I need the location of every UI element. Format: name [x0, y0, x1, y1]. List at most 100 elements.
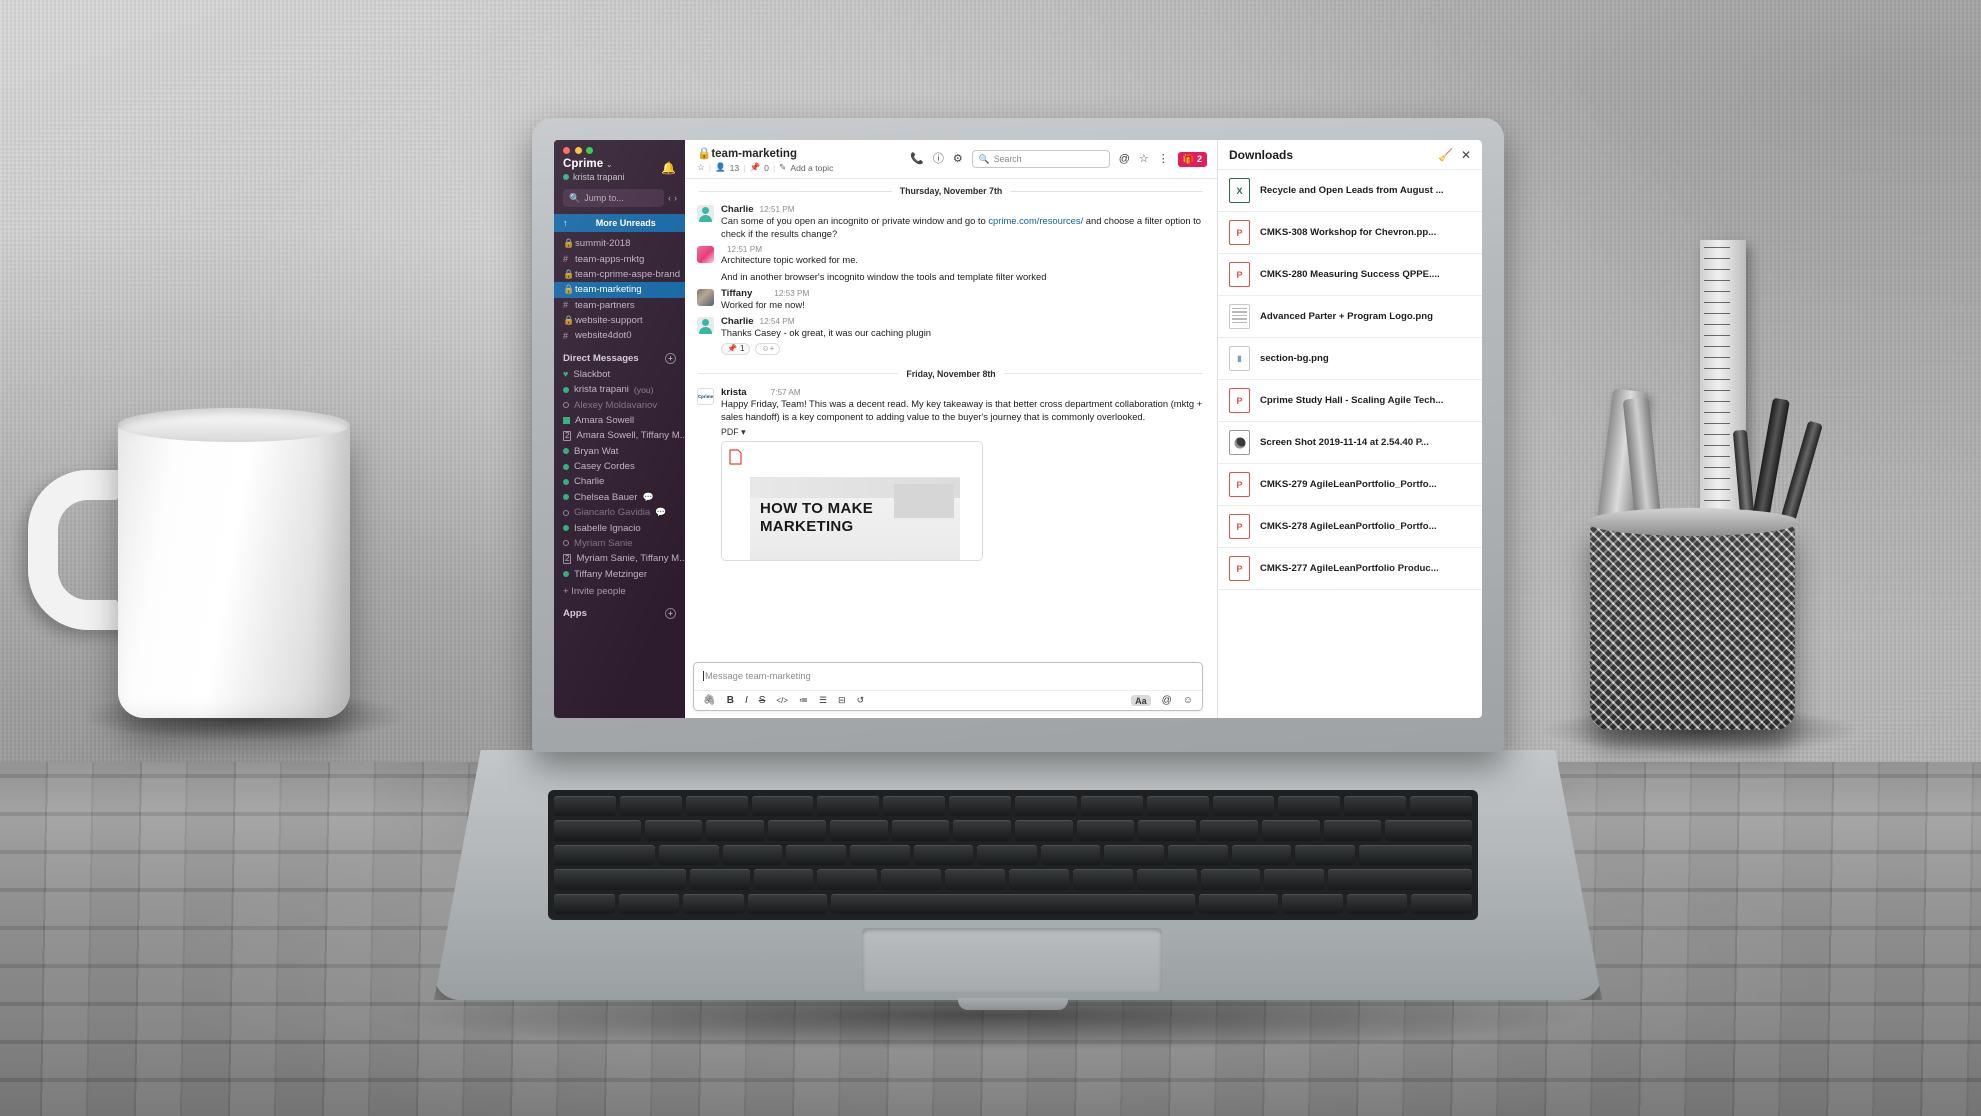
info-icon[interactable]: ⓘ: [933, 153, 944, 165]
sidebar-channel-team-marketing[interactable]: 🔒 team-marketing: [554, 282, 685, 298]
download-item[interactable]: P CMKS-277 AgileLeanPortfolio Produc...: [1218, 548, 1482, 590]
dm-isabelle-ignacio[interactable]: Isabelle Ignacio: [554, 520, 685, 535]
download-item[interactable]: P CMKS-308 Workshop for Chevron.pp...: [1218, 212, 1482, 254]
download-item[interactable]: P CMKS-278 AgileLeanPortfolio_Portfo...: [1218, 506, 1482, 548]
undo-icon[interactable]: ↺: [857, 695, 865, 706]
bulleted-list-icon[interactable]: ☰: [819, 695, 827, 706]
dm-charlie[interactable]: Charlie: [554, 474, 685, 489]
reaction-pin[interactable]: 📌 1: [721, 342, 751, 355]
dm-myriam-sanie[interactable]: Myriam Sanie: [554, 536, 685, 551]
italic-icon[interactable]: I: [745, 695, 748, 706]
direct-messages-header[interactable]: Direct Messages +: [554, 346, 685, 367]
dm-krista-trapani[interactable]: krista trapani (you): [554, 382, 685, 397]
download-item[interactable]: Advanced Parter + Program Logo.png: [1218, 296, 1482, 338]
jump-to-row[interactable]: 🔍 Jump to... ‹ ›: [554, 189, 685, 214]
sidebar-channel-website4dot0[interactable]: # website4dot0: [554, 328, 685, 343]
group-dm-icon: 2: [563, 553, 572, 564]
avatar[interactable]: [697, 205, 714, 222]
pdf-preview-card[interactable]: HOW TO MAKE MARKETING: [721, 440, 983, 561]
sidebar-channel-summit-2018[interactable]: 🔒 summit-2018: [554, 236, 685, 251]
add-app-button[interactable]: +: [665, 607, 676, 619]
channel-name: team-marketing: [711, 148, 797, 160]
maximize-window-button[interactable]: [586, 147, 593, 154]
channel-label: team-partners: [575, 299, 635, 311]
history-forward-button[interactable]: ›: [674, 193, 677, 203]
attach-icon[interactable]: 🖇: [703, 695, 716, 706]
strikethrough-icon[interactable]: S: [759, 695, 766, 706]
at-icon[interactable]: @: [1119, 153, 1130, 165]
message-list[interactable]: Thursday, November 7th Charlie 12:51 PM: [685, 179, 1217, 718]
workspace-header[interactable]: 🔔 Cprime ⌄ krista trapani: [554, 157, 685, 189]
message-link[interactable]: cprime.com/resources/: [988, 215, 1083, 226]
invite-people-button[interactable]: + Invite people: [554, 582, 685, 601]
clear-downloads-icon[interactable]: 🧹: [1438, 148, 1453, 162]
avatar[interactable]: [697, 316, 714, 334]
sidebar-channel-website-support[interactable]: 🔒 website-support: [554, 313, 685, 328]
workspace-name-row[interactable]: Cprime ⌄: [563, 158, 676, 170]
unread-bubble-icon: 💬: [655, 507, 667, 518]
avatar[interactable]: [697, 245, 714, 263]
star-icon[interactable]: ☆: [697, 162, 705, 173]
history-nav[interactable]: ‹ ›: [668, 193, 677, 203]
minimize-window-button[interactable]: [574, 147, 582, 154]
dm-tiffany-metzinger[interactable]: Tiffany Metzinger: [554, 567, 685, 582]
dm-bryan-wat[interactable]: Bryan Wat: [554, 444, 685, 459]
at-icon[interactable]: @: [1162, 695, 1172, 706]
download-item[interactable]: ▮ section-bg.png: [1218, 338, 1482, 380]
blockquote-icon[interactable]: ⊟: [838, 695, 846, 706]
dm-chelsea-bauer[interactable]: Chelsea Bauer 💬: [554, 490, 685, 505]
star-icon[interactable]: ☆: [1139, 153, 1149, 165]
downloads-list[interactable]: X Recycle and Open Leads from August ...…: [1218, 170, 1482, 718]
history-back-button[interactable]: ‹: [668, 193, 671, 203]
code-icon[interactable]: </>: [776, 696, 788, 705]
pin-icon[interactable]: 📌: [749, 162, 760, 173]
more-unreads-banner[interactable]: ↑ More Unreads: [554, 214, 685, 232]
dm-giancarlo-gavidia[interactable]: Giancarlo Gavidia 💬: [554, 505, 685, 520]
message-composer[interactable]: Message team-marketing 🖇 B I S </> ≔ ☰ ⊟…: [693, 662, 1203, 711]
download-item[interactable]: X Recycle and Open Leads from August ...: [1218, 170, 1482, 212]
avatar[interactable]: [697, 387, 714, 405]
download-item[interactable]: P CMKS-279 AgileLeanPortfolio_Portfo...: [1218, 464, 1482, 506]
window-traffic-lights[interactable]: [554, 140, 685, 157]
dm-amara-sowell-group[interactable]: 2 Amara Sowell, Tiffany M...: [554, 428, 685, 443]
dm-casey-cordes[interactable]: Casey Cordes: [554, 459, 685, 474]
dm-amara-sowell[interactable]: Amara Sowell: [554, 413, 685, 428]
sidebar-channel-team-apps-mktg[interactable]: # team-apps-mktg: [554, 251, 685, 266]
download-item[interactable]: Screen Shot 2019-11-14 at 2.54.40 P...: [1218, 422, 1482, 464]
members-icon[interactable]: 👤: [715, 162, 726, 173]
add-reaction-button[interactable]: ☺+: [755, 342, 781, 355]
more-vertical-icon[interactable]: ⋮: [1158, 153, 1169, 165]
apps-header[interactable]: Apps +: [554, 601, 685, 624]
avatar[interactable]: [697, 288, 714, 306]
message-author[interactable]: krista: [721, 387, 747, 398]
message-author[interactable]: Charlie: [721, 204, 754, 215]
format-toggle-button[interactable]: Aa: [1131, 695, 1151, 706]
composer-placeholder: Message team-marketing: [705, 670, 811, 681]
current-user-row[interactable]: krista trapani: [563, 172, 676, 182]
download-item[interactable]: P CMKS-280 Measuring Success QPPE....: [1218, 254, 1482, 296]
message-input[interactable]: Message team-marketing: [694, 663, 1202, 690]
notifications-bell-icon[interactable]: 🔔: [661, 161, 676, 175]
sidebar-channel-team-cprime-aspe-brand[interactable]: 🔒 team-cprime-aspe-brand: [554, 267, 685, 282]
file-type-label[interactable]: PDF ▾: [721, 427, 1203, 438]
close-icon[interactable]: ✕: [1461, 148, 1471, 162]
message-author[interactable]: Tiffany: [721, 288, 752, 299]
bold-icon[interactable]: B: [727, 695, 734, 706]
sidebar-channel-team-partners[interactable]: # team-partners: [554, 298, 685, 313]
dm-myriam-sanie-group[interactable]: 2 Myriam Sanie, Tiffany M...: [554, 551, 685, 566]
message-author[interactable]: Charlie: [721, 316, 754, 327]
add-direct-message-button[interactable]: +: [665, 352, 676, 364]
gift-badge[interactable]: 🎁 2: [1177, 151, 1207, 167]
ordered-list-icon[interactable]: ≔: [799, 695, 808, 706]
dm-slackbot[interactable]: ♥ Slackbot: [554, 367, 685, 382]
close-window-button[interactable]: [563, 147, 570, 154]
dm-alexey-moldavanov[interactable]: Alexey Moldavanov: [554, 397, 685, 412]
add-topic-button[interactable]: Add a topic: [790, 163, 833, 173]
jump-to-search[interactable]: 🔍 Jump to...: [563, 189, 664, 207]
phone-icon[interactable]: 📞: [910, 153, 924, 165]
search-input[interactable]: 🔍 Search: [971, 150, 1110, 168]
gear-icon[interactable]: ⚙: [953, 153, 963, 165]
emoji-icon[interactable]: ☺: [1183, 695, 1193, 706]
download-item[interactable]: P Cprime Study Hall - Scaling Agile Tech…: [1218, 380, 1482, 422]
pencil-icon[interactable]: ✎: [779, 162, 786, 173]
